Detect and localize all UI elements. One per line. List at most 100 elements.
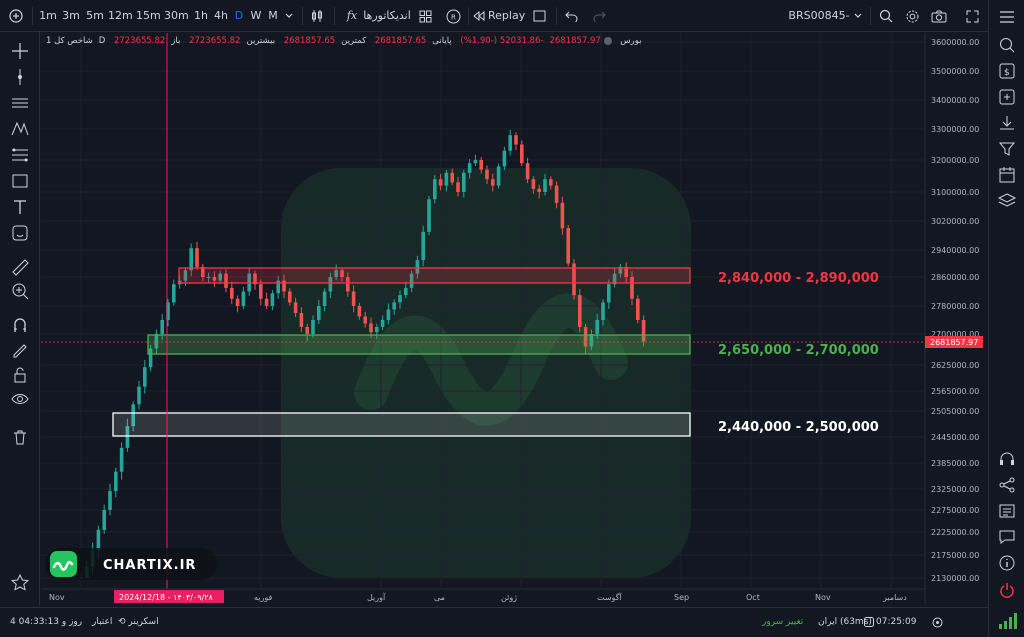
price-axis-tick: 2860000.00 <box>931 273 979 282</box>
price-axis-tick: 3300000.00 <box>931 125 979 134</box>
trend-line-tool-icon[interactable] <box>9 66 31 88</box>
trash-tool-icon[interactable] <box>9 426 31 448</box>
legend-open-label: باز <box>171 36 181 46</box>
timeframe-D[interactable]: D <box>232 5 246 27</box>
resistance-zone-label: 2,840,000 - 2,890,000 <box>718 271 879 286</box>
change-server-button[interactable]: تغییر سرور <box>762 617 803 627</box>
news-icon[interactable] <box>996 500 1018 522</box>
toolbar-divider <box>468 7 469 25</box>
candle-body <box>462 172 466 192</box>
redo-icon[interactable] <box>590 5 608 27</box>
pattern-tool-icon[interactable] <box>9 118 31 140</box>
clock-icon <box>864 617 874 629</box>
candles-style-icon[interactable] <box>308 5 326 27</box>
timeframe-3m[interactable]: 3m <box>61 5 81 27</box>
time-axis-label: دسامبر <box>882 593 907 602</box>
share-icon[interactable] <box>996 474 1018 496</box>
gear-icon[interactable] <box>902 5 922 27</box>
filter-icon[interactable] <box>996 138 1018 160</box>
candle-body <box>235 298 240 306</box>
timeframe-15m[interactable]: 15m <box>136 5 161 27</box>
chart-pane[interactable]: 2,840,000 - 2,890,000 2,650,000 - 2,700,0… <box>41 33 987 604</box>
layers-icon[interactable] <box>996 190 1018 212</box>
alert-icon[interactable]: R <box>444 5 462 27</box>
settings-small-icon[interactable] <box>932 617 943 631</box>
support-headset-icon[interactable] <box>996 448 1018 470</box>
resistance-zone[interactable] <box>178 267 691 284</box>
price-axis-tick: 3600000.00 <box>931 38 979 47</box>
candle-body <box>259 284 263 299</box>
eye-tool-icon[interactable] <box>9 388 31 410</box>
candle-body <box>195 248 199 267</box>
time-axis-label: Nov <box>49 593 65 602</box>
candle-body <box>114 471 118 492</box>
candle-body <box>363 316 367 324</box>
candle-body <box>102 510 106 530</box>
add-symbol-icon[interactable] <box>6 5 26 27</box>
timeframe-30m[interactable]: 30m <box>164 5 189 27</box>
replay-button[interactable]: Replay <box>488 5 525 27</box>
timeframe-W[interactable]: W <box>248 5 264 27</box>
candle-body <box>392 302 396 310</box>
horizontal-lines-tool-icon[interactable] <box>9 92 31 114</box>
power-icon[interactable] <box>996 580 1018 602</box>
candle-body <box>241 291 246 306</box>
screener-button[interactable]: ⟲ اسکرینر <box>118 617 159 627</box>
indicators-icon[interactable]: fx <box>344 5 360 27</box>
demand-zone[interactable] <box>112 412 691 437</box>
symbol-code[interactable]: BRS00845-1 <box>786 5 852 44</box>
emoji-tool-icon[interactable] <box>9 222 31 244</box>
undo-icon[interactable] <box>562 5 580 27</box>
timeframe-4h[interactable]: 4h <box>213 5 229 27</box>
candle-body <box>543 179 547 192</box>
candle-body <box>172 284 176 303</box>
chat-icon[interactable] <box>996 526 1018 548</box>
download-icon[interactable] <box>996 112 1018 134</box>
fullscreen-box-icon[interactable] <box>530 5 548 27</box>
text-tool-icon[interactable] <box>9 196 31 218</box>
toolbar-divider <box>32 7 33 25</box>
crosshair-tool-icon[interactable] <box>9 40 31 62</box>
fib-tool-icon[interactable] <box>9 144 31 166</box>
candle-body <box>514 135 518 145</box>
dollar-icon[interactable]: $ <box>996 60 1018 82</box>
drawing-mode-tool-icon[interactable] <box>9 338 31 360</box>
price-axis-tick: 3400000.00 <box>931 96 979 105</box>
replay-icon[interactable] <box>472 5 486 27</box>
chevron-down-icon[interactable] <box>852 5 864 27</box>
ruler-tool-icon[interactable] <box>9 256 31 278</box>
price-chart[interactable]: 2,840,000 - 2,890,000 2,650,000 - 2,700,0… <box>41 33 987 604</box>
magnet-tool-icon[interactable] <box>9 314 31 336</box>
add-alert-icon[interactable] <box>996 86 1018 108</box>
search-symbol-icon[interactable] <box>996 34 1018 56</box>
timeframe-12m[interactable]: 12m <box>108 5 133 27</box>
lock-tool-icon[interactable] <box>9 364 31 386</box>
legend-collapse-icon[interactable] <box>603 36 612 45</box>
candle-body <box>288 291 292 303</box>
calendar-icon[interactable] <box>996 164 1018 186</box>
info-icon[interactable] <box>996 552 1018 574</box>
favorites-star-icon[interactable] <box>9 572 31 594</box>
timeframe-1h[interactable]: 1h <box>193 5 209 27</box>
brand-name: CHARTIX.IR <box>103 558 196 573</box>
camera-icon[interactable] <box>928 5 950 27</box>
timeframe-5m[interactable]: 5m <box>85 5 105 27</box>
timeframe-M[interactable]: M <box>266 5 280 27</box>
timeframe-1m[interactable]: 1m <box>38 5 58 27</box>
credit-label: اعتبار <box>92 617 113 627</box>
menu-icon[interactable] <box>996 6 1018 28</box>
price-axis-tick: 2130000.00 <box>931 574 979 583</box>
rectangle-tool-icon[interactable] <box>9 170 31 192</box>
chevron-down-icon[interactable] <box>282 5 296 27</box>
support-zone[interactable] <box>147 334 691 355</box>
templates-icon[interactable] <box>416 5 434 27</box>
candle-body <box>491 179 495 186</box>
candle-body <box>450 172 454 183</box>
price-axis-tick: 2940000.00 <box>931 246 979 255</box>
price-axis-tick: 2445000.00 <box>931 433 979 442</box>
search-icon[interactable] <box>876 5 896 27</box>
maximize-icon[interactable] <box>962 5 982 27</box>
indicators-button[interactable]: اندیکاتورها <box>362 5 412 27</box>
watermark-logo-shape <box>281 168 691 578</box>
zoom-in-tool-icon[interactable] <box>9 280 31 302</box>
